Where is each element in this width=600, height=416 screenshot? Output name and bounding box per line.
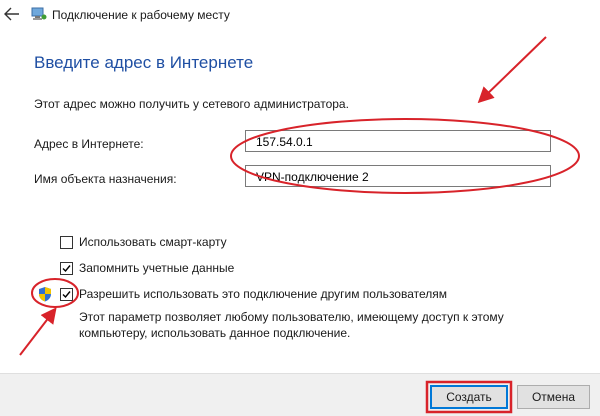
- address-input[interactable]: 157.54.0.1: [245, 130, 551, 152]
- smart-card-option[interactable]: Использовать смарт-карту: [60, 235, 260, 251]
- network-icon: [31, 6, 47, 22]
- create-button[interactable]: Создать: [430, 385, 508, 409]
- remember-credentials-option[interactable]: Запомнить учетные данные: [60, 261, 260, 277]
- allow-others-option[interactable]: Разрешить использовать это подключение д…: [60, 287, 460, 303]
- checkmark-icon: [62, 291, 71, 299]
- smart-card-label: Использовать смарт-карту: [79, 235, 227, 249]
- destination-name-input[interactable]: VPN-подключение 2: [245, 165, 551, 187]
- smart-card-checkbox[interactable]: [60, 236, 73, 249]
- fields-annotation-arrow: [477, 36, 547, 104]
- checkmark-icon: [62, 265, 71, 273]
- address-label: Адрес в Интернете:: [34, 137, 144, 151]
- window-title: Подключение к рабочему месту: [52, 8, 230, 22]
- remember-credentials-label: Запомнить учетные данные: [79, 261, 235, 275]
- allow-others-checkbox[interactable]: [60, 288, 73, 301]
- cancel-button[interactable]: Отмена: [517, 385, 590, 409]
- destination-label: Имя объекта назначения:: [34, 172, 177, 186]
- allow-others-annotation-arrow: [19, 307, 57, 356]
- note-line-1: Этот параметр позволяет любому пользоват…: [79, 310, 504, 324]
- page-description: Этот адрес можно получить у сетевого адм…: [34, 97, 349, 111]
- uac-shield-icon: [38, 286, 52, 302]
- dialog-footer: [0, 373, 600, 416]
- allow-others-note: Этот параметр позволяет любому пользоват…: [79, 309, 504, 341]
- remember-credentials-checkbox[interactable]: [60, 262, 73, 275]
- title-bar: Подключение к рабочему месту: [0, 0, 600, 30]
- allow-others-label: Разрешить использовать это подключение д…: [79, 287, 448, 301]
- back-arrow-icon[interactable]: [4, 7, 20, 21]
- note-line-2: компьютеру, использовать данное подключе…: [79, 326, 351, 340]
- page-heading: Введите адрес в Интернете: [34, 53, 254, 72]
